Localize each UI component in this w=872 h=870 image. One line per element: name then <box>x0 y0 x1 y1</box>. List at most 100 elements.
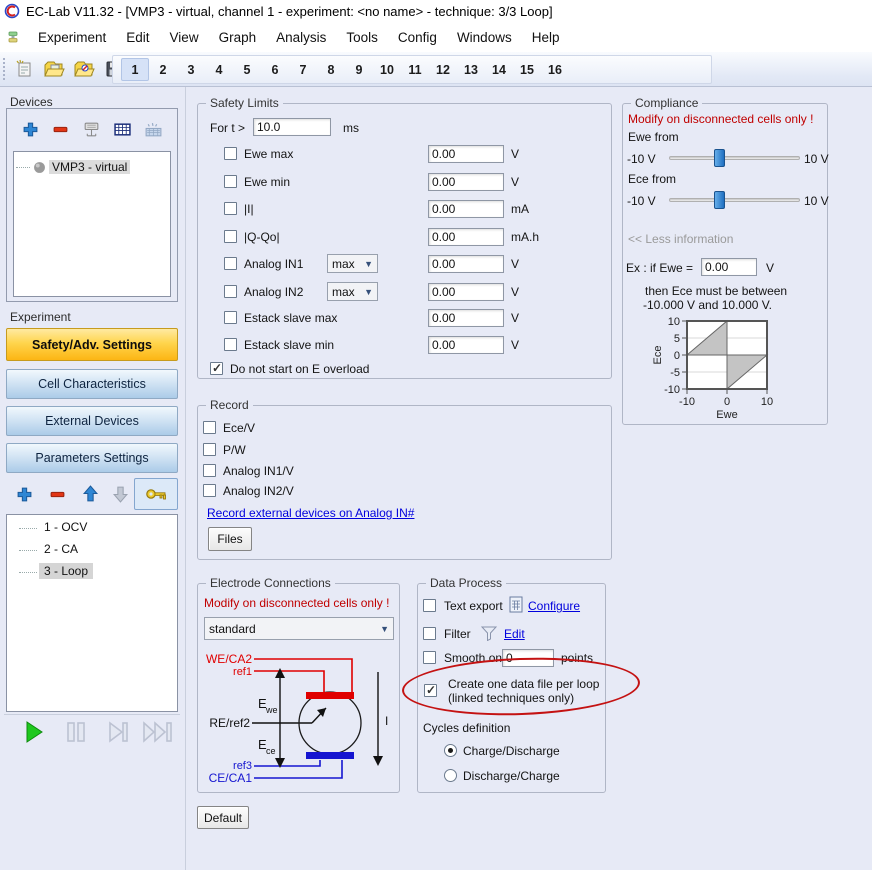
record-analog-in1-checkbox[interactable] <box>203 464 216 477</box>
menu-tools[interactable]: Tools <box>336 30 388 45</box>
pause-icon[interactable] <box>64 721 88 743</box>
ece-slider-handle[interactable] <box>714 191 725 209</box>
ewe-max-checkbox[interactable] <box>224 147 237 160</box>
add-technique-icon[interactable] <box>16 486 33 503</box>
ewe-min-checkbox[interactable] <box>224 175 237 188</box>
channel-button-10[interactable]: 10 <box>373 58 401 81</box>
estack-min-checkbox[interactable] <box>224 338 237 351</box>
channel-button-15[interactable]: 15 <box>513 58 541 81</box>
device-tree-label[interactable]: VMP3 - virtual <box>49 160 130 174</box>
current-limit-checkbox[interactable] <box>224 202 237 215</box>
device-tree-item[interactable]: VMP3 - virtual <box>16 160 130 174</box>
charge-limit-checkbox[interactable] <box>224 230 237 243</box>
move-up-icon[interactable] <box>82 485 99 503</box>
less-information-link[interactable]: << Less information <box>628 232 733 246</box>
connection-mode-select[interactable]: standard▼ <box>204 617 394 640</box>
nav-cell-characteristics[interactable]: Cell Characteristics <box>6 369 178 399</box>
ewe-max-input[interactable] <box>428 145 504 163</box>
overload-checkbox[interactable] <box>210 362 223 375</box>
ewe-slider-handle[interactable] <box>714 149 725 167</box>
next-technique-icon[interactable] <box>106 721 130 743</box>
smooth-points-input[interactable] <box>502 649 554 667</box>
default-button[interactable]: Default <box>197 806 249 829</box>
channel-button-13[interactable]: 13 <box>457 58 485 81</box>
nav-parameters-settings[interactable]: Parameters Settings <box>6 443 178 473</box>
loop-file-checkbox[interactable] <box>424 684 437 697</box>
ewe-slider-track[interactable] <box>669 156 800 160</box>
analog-in1-input[interactable] <box>428 255 504 273</box>
open-folder-icon[interactable] <box>42 57 66 81</box>
modify-key-button[interactable] <box>134 478 178 510</box>
channel-button-1[interactable]: 1 <box>121 58 149 81</box>
remove-technique-icon[interactable] <box>49 486 66 503</box>
record-external-devices-link[interactable]: Record external devices on Analog IN# <box>207 506 414 520</box>
last-technique-icon[interactable] <box>142 721 174 743</box>
for-t-input[interactable] <box>253 118 331 136</box>
toolbar-grip[interactable] <box>3 58 6 80</box>
analog-in2-input[interactable] <box>428 283 504 301</box>
channel-button-11[interactable]: 11 <box>401 58 429 81</box>
play-icon[interactable] <box>24 720 44 744</box>
device-node-icon <box>33 161 46 174</box>
channel-button-16[interactable]: 16 <box>541 58 569 81</box>
re-label: RE/ref2 <box>209 716 250 730</box>
technique-item-ocv[interactable]: 1 - OCV <box>39 520 92 534</box>
menu-windows[interactable]: Windows <box>447 30 522 45</box>
channel-button-2[interactable]: 2 <box>149 58 177 81</box>
estack-min-input[interactable] <box>428 336 504 354</box>
estack-max-input[interactable] <box>428 309 504 327</box>
menu-graph[interactable]: Graph <box>209 30 267 45</box>
menu-help[interactable]: Help <box>522 30 570 45</box>
nav-safety-adv-settings[interactable]: Safety/Adv. Settings <box>6 328 178 361</box>
menu-config[interactable]: Config <box>388 30 447 45</box>
menu-analysis[interactable]: Analysis <box>266 30 336 45</box>
analog-in2-mode-select[interactable]: max▼ <box>327 282 378 301</box>
example-ewe-input[interactable] <box>701 258 757 276</box>
channel-button-3[interactable]: 3 <box>177 58 205 81</box>
record-power-checkbox[interactable] <box>203 443 216 456</box>
configure-link[interactable]: Configure <box>528 599 580 613</box>
record-analog-in2-checkbox[interactable] <box>203 484 216 497</box>
current-limit-input[interactable] <box>428 200 504 218</box>
filter-edit-link[interactable]: Edit <box>504 627 525 641</box>
menu-edit[interactable]: Edit <box>116 30 159 45</box>
charge-discharge-label: Charge/Discharge <box>463 744 560 758</box>
ewe-min-input[interactable] <box>428 173 504 191</box>
analog-in1-checkbox[interactable] <box>224 257 237 270</box>
device-icon[interactable] <box>82 121 101 138</box>
charge-limit-input[interactable] <box>428 228 504 246</box>
channel-button-9[interactable]: 9 <box>345 58 373 81</box>
move-down-icon[interactable] <box>112 485 129 503</box>
charge-discharge-radio[interactable] <box>444 744 457 757</box>
filter-checkbox[interactable] <box>423 627 436 640</box>
record-ece-checkbox[interactable] <box>203 421 216 434</box>
remove-icon[interactable] <box>52 121 69 138</box>
add-icon[interactable] <box>22 121 39 138</box>
ece-slider-track[interactable] <box>669 198 800 202</box>
channel-button-8[interactable]: 8 <box>317 58 345 81</box>
menu-view[interactable]: View <box>160 30 209 45</box>
ece-slider-max: 10 V <box>804 194 829 208</box>
analog-in2-checkbox[interactable] <box>224 285 237 298</box>
nav-external-devices[interactable]: External Devices <box>6 406 178 436</box>
channel-grid-icon[interactable] <box>114 121 131 138</box>
analog-in1-mode-select[interactable]: max▼ <box>327 254 378 273</box>
channel-button-4[interactable]: 4 <box>205 58 233 81</box>
channel-button-5[interactable]: 5 <box>233 58 261 81</box>
charge-limit-unit: mA.h <box>511 230 539 244</box>
technique-item-ca[interactable]: 2 - CA <box>39 542 83 556</box>
technique-item-loop[interactable]: 3 - Loop <box>39 564 93 578</box>
files-button[interactable]: Files <box>208 527 252 551</box>
discharge-charge-radio[interactable] <box>444 769 457 782</box>
channel-button-14[interactable]: 14 <box>485 58 513 81</box>
menu-experiment[interactable]: Experiment <box>28 30 116 45</box>
smooth-checkbox[interactable] <box>423 651 436 664</box>
channel-button-7[interactable]: 7 <box>289 58 317 81</box>
estack-max-checkbox[interactable] <box>224 311 237 324</box>
channel-button-6[interactable]: 6 <box>261 58 289 81</box>
new-document-icon[interactable] <box>12 57 36 81</box>
text-export-checkbox[interactable] <box>423 599 436 612</box>
firmware-icon[interactable] <box>144 121 163 138</box>
import-experiment-icon[interactable] <box>72 57 96 81</box>
channel-button-12[interactable]: 12 <box>429 58 457 81</box>
